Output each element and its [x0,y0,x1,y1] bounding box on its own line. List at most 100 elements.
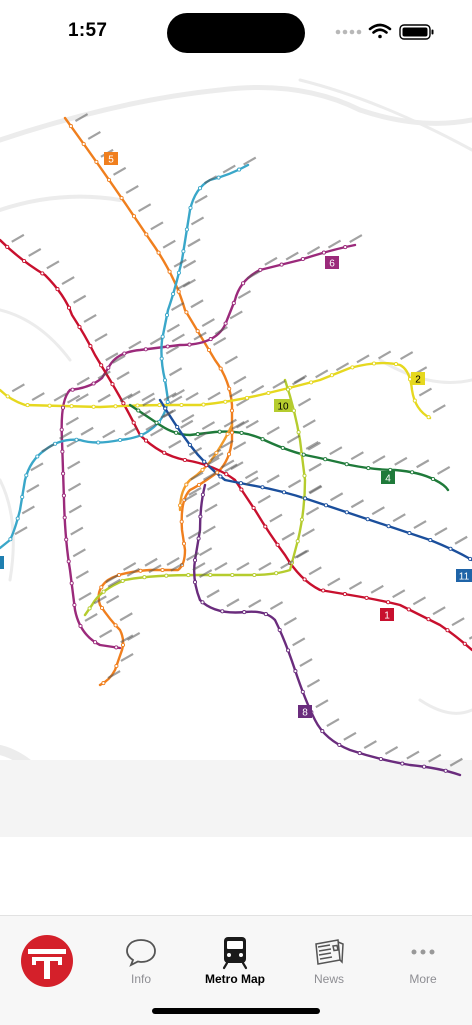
station-marker[interactable] [5,394,10,399]
station-marker[interactable] [208,337,213,342]
station-marker[interactable] [66,559,71,564]
station-marker[interactable] [274,571,279,576]
station-marker[interactable] [260,437,265,442]
station-marker[interactable] [224,472,229,477]
station-marker[interactable] [157,403,162,408]
station-marker[interactable] [200,467,205,472]
station-marker[interactable] [295,539,300,544]
station-marker[interactable] [230,572,235,578]
station-marker[interactable] [291,408,296,413]
station-marker[interactable] [201,402,206,407]
station-marker[interactable] [229,408,235,413]
station-marker[interactable] [323,457,328,462]
station-marker[interactable] [281,490,287,495]
station-marker[interactable] [74,437,79,442]
station-marker[interactable] [343,245,348,250]
station-marker[interactable] [77,324,82,330]
station-marker[interactable] [198,514,203,519]
station-marker[interactable] [410,470,415,475]
station-marker[interactable] [186,573,191,578]
station-marker[interactable] [196,482,202,487]
station-marker[interactable] [337,742,342,747]
station-marker[interactable] [443,768,448,773]
station-marker[interactable] [184,310,189,315]
station-marker[interactable] [160,567,165,573]
station-marker[interactable] [296,430,301,435]
line-9-path[interactable] [178,423,234,512]
station-marker[interactable] [143,438,149,443]
line-6-badge[interactable]: 6 [325,256,339,270]
station-marker[interactable] [167,269,172,274]
station-marker[interactable] [106,365,111,370]
station-marker[interactable] [426,415,431,420]
station-marker[interactable] [60,449,65,454]
station-marker[interactable] [323,503,329,508]
station-marker[interactable] [171,291,176,297]
station-marker[interactable] [174,430,179,435]
station-marker[interactable] [239,430,244,435]
station-marker[interactable] [407,531,412,536]
metro-map[interactable]: 5 6 2 10 4 11 1 8 [0,60,472,850]
station-marker[interactable] [176,289,181,294]
station-marker[interactable] [342,592,347,597]
station-marker[interactable] [344,510,349,515]
station-marker[interactable] [106,177,112,182]
station-marker[interactable] [93,640,98,645]
station-marker[interactable] [61,493,66,498]
station-marker[interactable] [163,406,168,411]
station-marker[interactable] [81,141,86,147]
station-marker[interactable] [241,281,246,286]
station-marker[interactable] [279,262,284,267]
station-marker[interactable] [321,588,326,593]
station-marker[interactable] [244,395,250,400]
station-marker[interactable] [293,669,298,674]
station-marker[interactable] [321,250,326,255]
station-marker[interactable] [101,589,106,594]
station-marker[interactable] [120,578,125,583]
station-marker[interactable] [22,258,27,264]
station-marker[interactable] [162,450,167,455]
station-marker[interactable] [309,380,314,385]
station-marker[interactable] [78,623,83,629]
station-marker[interactable] [131,214,137,219]
station-marker[interactable] [15,516,20,521]
station-marker[interactable] [206,347,212,353]
station-marker[interactable] [428,538,433,543]
station-marker[interactable] [218,366,223,371]
station-marker[interactable] [175,424,180,430]
station-marker[interactable] [200,600,205,605]
station-marker[interactable] [60,405,66,410]
station-marker[interactable] [286,648,291,653]
station-marker[interactable] [122,351,127,356]
station-marker[interactable] [237,167,242,172]
station-marker[interactable] [227,386,232,391]
station-marker[interactable] [468,556,472,561]
station-marker[interactable] [200,492,205,497]
station-marker[interactable] [47,403,52,408]
station-marker[interactable] [87,606,92,611]
station-marker[interactable] [69,404,74,409]
station-marker[interactable] [277,627,282,633]
station-marker[interactable] [135,403,140,408]
station-marker[interactable] [187,342,192,347]
station-marker[interactable] [154,420,159,425]
station-marker[interactable] [70,387,75,392]
station-marker[interactable] [59,427,64,432]
station-marker[interactable] [366,466,371,471]
station-marker[interactable] [223,321,228,326]
station-marker[interactable] [195,432,200,437]
station-marker[interactable] [229,430,235,435]
line-4-path[interactable] [128,403,450,492]
station-marker[interactable] [88,344,93,349]
station-marker[interactable] [179,402,184,408]
station-marker[interactable] [35,454,40,459]
line-8-path[interactable] [192,483,462,777]
station-marker[interactable] [8,537,13,542]
station-marker[interactable] [197,186,203,191]
station-marker[interactable] [179,519,184,524]
tab-info[interactable]: Info [94,916,188,996]
tab-more[interactable]: More [376,916,470,996]
station-marker[interactable] [96,440,101,445]
station-marker[interactable] [430,476,436,482]
line-1-badge[interactable]: 1 [380,608,394,622]
